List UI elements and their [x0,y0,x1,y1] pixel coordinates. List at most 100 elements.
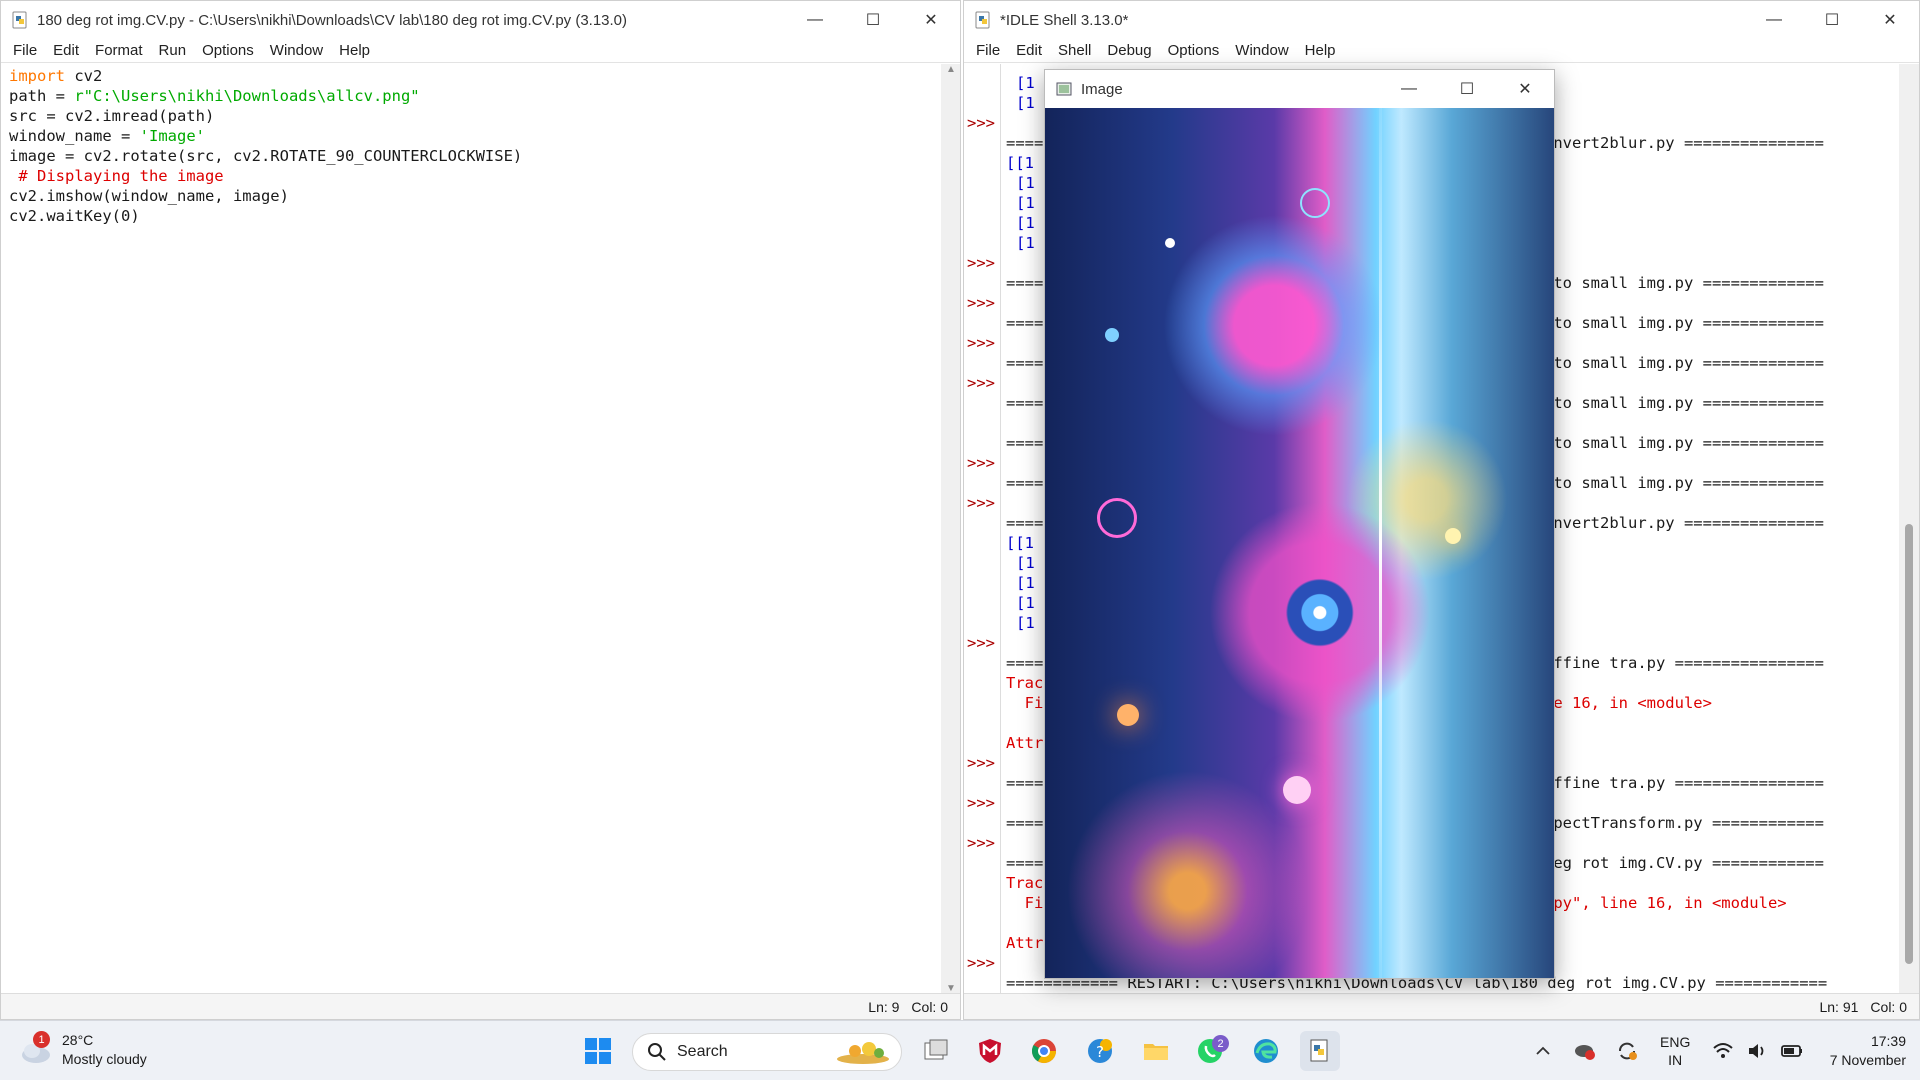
menu-run[interactable]: Run [151,42,195,59]
taskbar-search-box[interactable]: Search [632,1033,902,1071]
chevron-up-icon [1536,1046,1550,1055]
weather-description: Mostly cloudy [62,1051,147,1067]
menu-options[interactable]: Options [194,42,262,59]
code-line: cv2.waitKey(0) [9,207,140,225]
output-line: ==== [1006,814,1044,832]
code-line: cv2.imshow(window_name, image) [9,187,289,205]
output-line: ==== [1006,774,1044,792]
help-icon: ? [1088,1039,1112,1063]
tray-sync[interactable] [1616,1021,1638,1080]
shell-prompt-gutter: >>> >>> >>> >>> >>> >>> >>> >>> >>> >>> … [964,64,1001,993]
weather-temperature: 28°C [62,1032,94,1048]
region-code: IN [1668,1052,1683,1068]
taskbar: 1 28°C Mostly cloudy Search ? 2 ENG IN 1… [0,1020,1920,1080]
language-indicator[interactable]: ENG IN [1660,1021,1690,1080]
image-titlebar[interactable]: Image — ☐ ✕ [1045,70,1554,108]
code-line: image = cv2.rotate(src, cv2.ROTATE_90_CO… [9,147,523,165]
task-view-button[interactable] [916,1031,956,1071]
shell-scrollbar[interactable] [1899,64,1919,993]
scroll-up-arrow-icon[interactable]: ▲ [941,64,960,75]
sync-icon [1619,1042,1637,1060]
output-line: [1 [1016,214,1035,232]
output-line: [[1 [1006,534,1034,552]
menu-format[interactable]: Format [87,42,151,59]
taskbar-idle[interactable] [1300,1031,1340,1071]
output-line: big to small img.py ============= [1516,474,1824,492]
taskbar-whatsapp[interactable]: 2 [1190,1031,1230,1071]
close-button[interactable]: ✕ [1861,1,1919,39]
menu-file[interactable]: File [968,42,1008,59]
menu-edit[interactable]: Edit [1008,42,1050,59]
quick-settings[interactable] [1712,1021,1804,1080]
menu-help[interactable]: Help [331,42,378,59]
prompt: >>> [967,954,995,972]
weather-widget[interactable]: 1 28°C Mostly cloudy [20,1031,147,1069]
prompt: >>> [967,294,995,312]
menu-window[interactable]: Window [262,42,331,59]
menu-edit[interactable]: Edit [45,42,87,59]
editor-menubar: File Edit Format Run Options Window Help [1,39,960,63]
maximize-button[interactable]: ☐ [1438,70,1496,108]
svg-text:?: ? [1096,1043,1104,1061]
start-button[interactable] [578,1031,618,1071]
menu-options[interactable]: Options [1160,42,1228,59]
code-editor[interactable]: import cv2 path = r"C:\Users\nikhi\Downlo… [1,64,941,994]
menu-window[interactable]: Window [1227,42,1296,59]
prompt: >>> [967,114,995,132]
error-line: Attr [1006,934,1044,952]
taskbar-file-explorer[interactable] [1136,1031,1176,1071]
prompt: >>> [967,834,995,852]
taskbar-mcafee[interactable] [970,1031,1010,1071]
menu-debug[interactable]: Debug [1099,42,1159,59]
code-line: path = r"C:\Users\nikhi\Downloads\allcv.… [9,87,420,105]
output-line: ==== [1006,474,1044,492]
output-line: [1 [1016,174,1035,192]
language-code: ENG [1660,1034,1691,1050]
shell-titlebar[interactable]: *IDLE Shell 3.13.0* — ☐ ✕ [964,1,1919,39]
menu-help[interactable]: Help [1297,42,1344,59]
editor-titlebar[interactable]: 180 deg rot img.CV.py - C:\Users\nikhi\D… [1,1,960,39]
output-line: ab\affine tra.py ================ [1516,654,1824,672]
chrome-icon [1031,1039,1056,1064]
output-line: [1 [1016,574,1035,592]
column-number: Col: 0 [911,998,948,1015]
close-button[interactable]: ✕ [902,1,960,39]
taskbar-help[interactable]: ? [1080,1031,1120,1071]
menu-file[interactable]: File [5,42,45,59]
editor-scrollbar[interactable]: ▲ ▼ [941,64,960,994]
output-line: PerspectTransform.py ============ [1516,814,1824,832]
traceback-line: .CV.py", line 16, in <module> [1516,894,1787,912]
prompt: >>> [967,254,995,272]
output-line: ==== [1006,274,1044,292]
tray-defender[interactable] [1574,1021,1596,1080]
output-line: big to small img.py ============= [1516,274,1824,292]
output-line: ==== [1006,434,1044,452]
python-idle-icon [1310,1039,1328,1062]
image-window-icon [1056,82,1072,96]
close-button[interactable]: ✕ [1496,70,1554,108]
glow-dot [1117,704,1139,726]
output-line: ==== [1006,514,1044,532]
traceback-line: Fi [1006,694,1044,712]
minimize-button[interactable]: — [1380,70,1438,108]
output-line: [1 [1016,614,1035,632]
output-line: b\convert2blur.py =============== [1516,514,1824,532]
output-line: 80 deg rot img.CV.py ============ [1516,854,1824,872]
clock[interactable]: 17:39 7 November [1806,1021,1906,1080]
edge-icon [1254,1039,1278,1063]
output-line: big to small img.py ============= [1516,394,1824,412]
output-line: ==== [1006,654,1044,672]
taskbar-chrome[interactable] [1024,1031,1064,1071]
minimize-button[interactable]: — [1745,1,1803,39]
minimize-button[interactable]: — [786,1,844,39]
scroll-thumb[interactable] [1905,524,1913,964]
maximize-button[interactable]: ☐ [844,1,902,39]
menu-shell[interactable]: Shell [1050,42,1099,59]
show-hidden-icons[interactable] [1535,1021,1551,1080]
search-icon [648,1043,666,1061]
prompt: >>> [967,634,995,652]
code-comment: # Displaying the image [9,167,224,185]
taskbar-edge[interactable] [1246,1031,1286,1071]
maximize-button[interactable]: ☐ [1803,1,1861,39]
python-shell-icon [975,11,990,29]
